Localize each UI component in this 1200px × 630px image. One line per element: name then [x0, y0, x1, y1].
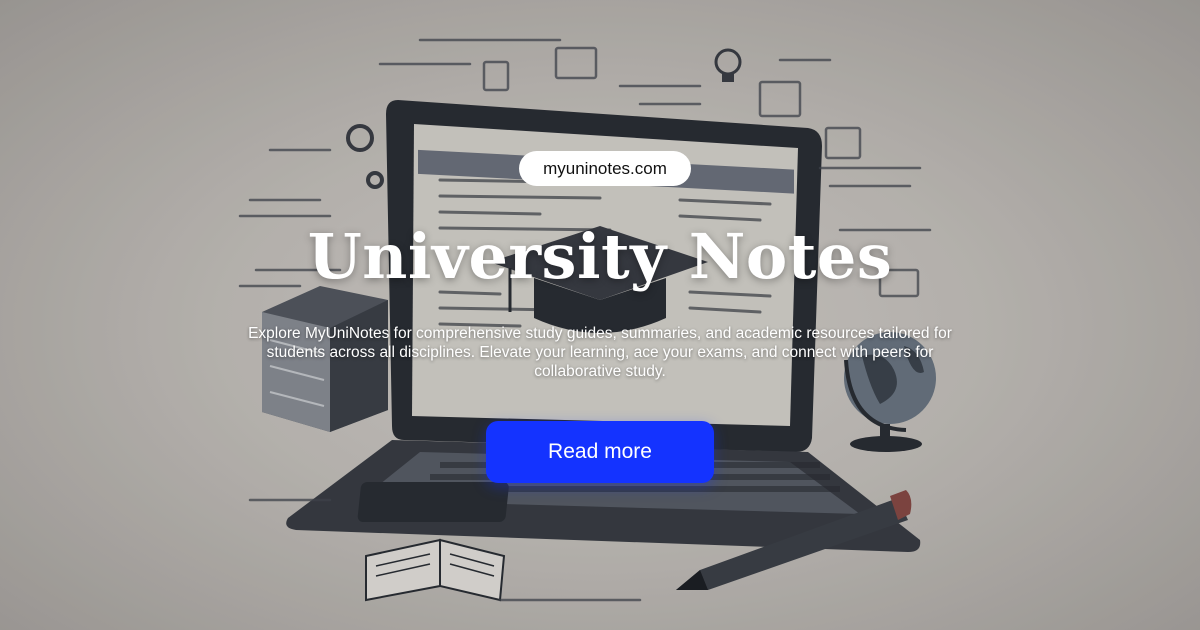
read-more-button[interactable]: Read more	[486, 421, 714, 483]
page-description: Explore MyUniNotes for comprehensive stu…	[248, 325, 952, 380]
site-domain-badge: myuninotes.com	[519, 151, 691, 186]
hero-overlay	[0, 0, 1200, 630]
page-title: University Notes	[307, 220, 893, 293]
